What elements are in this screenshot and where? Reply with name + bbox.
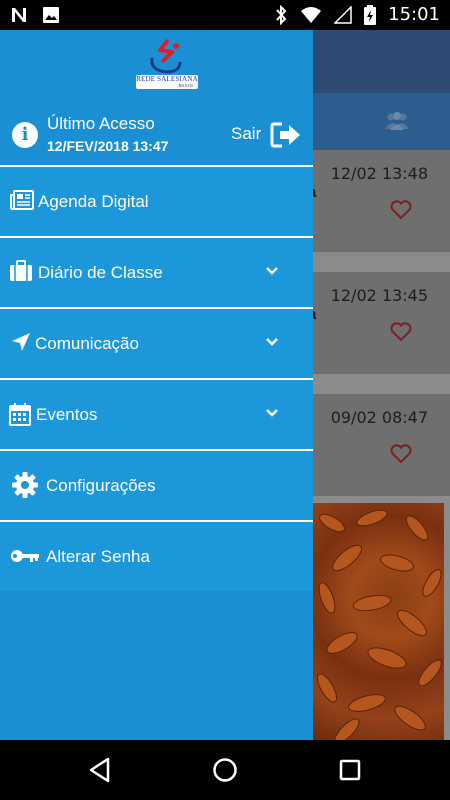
menu-item-configuracoes[interactable]: Configurações: [0, 449, 313, 520]
menu-item-label: Alterar Senha: [46, 547, 150, 566]
gear-icon: [12, 472, 38, 498]
menu-item-alterar-senha[interactable]: Alterar Senha: [0, 520, 313, 591]
wifi-icon: [301, 6, 322, 23]
android-navigation-bar: [0, 740, 450, 800]
bluetooth-icon: [276, 4, 287, 25]
location-arrow-icon: [12, 333, 30, 351]
last-access-date: 12/FEV/2018 13:47: [47, 138, 169, 154]
menu-item-label: Diário de Classe: [38, 263, 163, 282]
menu-item-label: Configurações: [46, 476, 156, 495]
logout-button[interactable]: Sair: [231, 124, 261, 144]
briefcase-icon: [10, 260, 32, 281]
chevron-down-icon[interactable]: [265, 266, 279, 276]
info-icon: i: [12, 122, 38, 148]
heart-icon[interactable]: [390, 444, 412, 464]
key-icon: [11, 550, 39, 562]
heart-icon[interactable]: [390, 200, 412, 220]
chevron-down-icon[interactable]: [265, 408, 279, 418]
menu-item-label: Comunicação: [35, 334, 139, 353]
notification-n-icon: [12, 8, 26, 22]
back-icon[interactable]: [88, 757, 112, 783]
status-bar: 15:01: [0, 0, 450, 30]
calendar-icon: [9, 403, 31, 426]
drawer-header: REDE SALESIANA BRASIL i Último Acesso 12…: [0, 30, 313, 165]
image-icon: [43, 7, 59, 23]
card-time: 12/02 13:48: [330, 164, 428, 183]
drawer-menu: Agenda Digital Diário de Classe Comunica…: [0, 165, 313, 591]
menu-item-label: Eventos: [36, 405, 98, 424]
heart-icon[interactable]: [390, 322, 412, 342]
signal-icon: [334, 5, 352, 24]
rede-salesiana-logo: REDE SALESIANA BRASIL: [136, 38, 198, 94]
menu-item-agenda-digital[interactable]: Agenda Digital: [0, 165, 313, 236]
last-access-label: Último Acesso: [47, 114, 155, 133]
flower-petals-image: [316, 509, 442, 740]
menu-item-diario-de-classe[interactable]: Diário de Classe: [0, 236, 313, 307]
sign-out-icon[interactable]: [270, 121, 302, 149]
group-icon[interactable]: [384, 111, 410, 131]
logo-text: REDE SALESIANA BRASIL: [136, 75, 198, 89]
newspaper-icon: [10, 190, 34, 210]
card-time: 09/02 08:47: [330, 408, 428, 427]
flower-photo[interactable]: [312, 503, 444, 740]
chevron-down-icon[interactable]: [265, 337, 279, 347]
logo-s-mark: [150, 38, 182, 74]
status-time: 15:01: [388, 4, 440, 25]
navigation-drawer: REDE SALESIANA BRASIL i Último Acesso 12…: [0, 30, 313, 740]
recents-icon[interactable]: [338, 757, 362, 783]
card-time: 12/02 13:45: [330, 286, 428, 305]
battery-charging-icon: [364, 4, 377, 25]
menu-item-eventos[interactable]: Eventos: [0, 378, 313, 449]
menu-item-comunicacao[interactable]: Comunicação: [0, 307, 313, 378]
home-icon[interactable]: [212, 757, 238, 783]
menu-item-label: Agenda Digital: [38, 192, 149, 211]
